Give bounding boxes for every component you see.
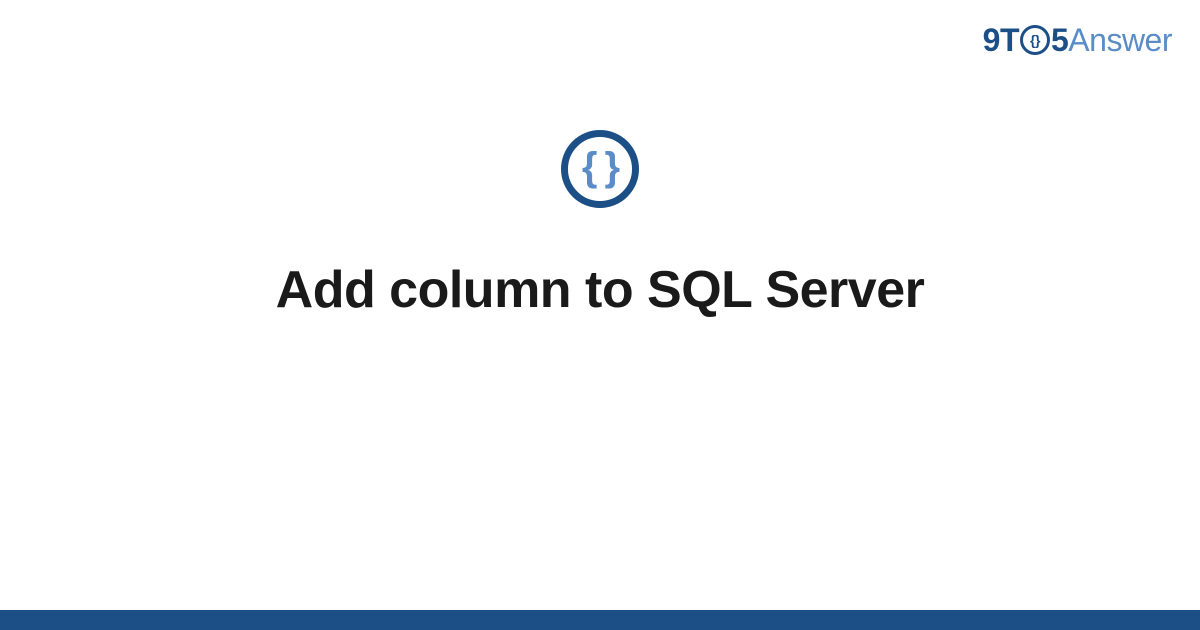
code-braces-icon: { } (561, 130, 639, 208)
braces-glyph: { } (582, 147, 618, 187)
logo-text-9t: 9T (983, 22, 1019, 59)
page-title: Add column to SQL Server (0, 260, 1200, 320)
footer-bar (0, 610, 1200, 630)
logo-text-5: 5 (1051, 22, 1068, 59)
logo-circle-icon: {} (1020, 25, 1050, 55)
logo-circle-braces: {} (1030, 33, 1040, 47)
logo-text-answer: Answer (1068, 22, 1172, 59)
site-logo[interactable]: 9T {} 5 Answer (983, 22, 1172, 59)
